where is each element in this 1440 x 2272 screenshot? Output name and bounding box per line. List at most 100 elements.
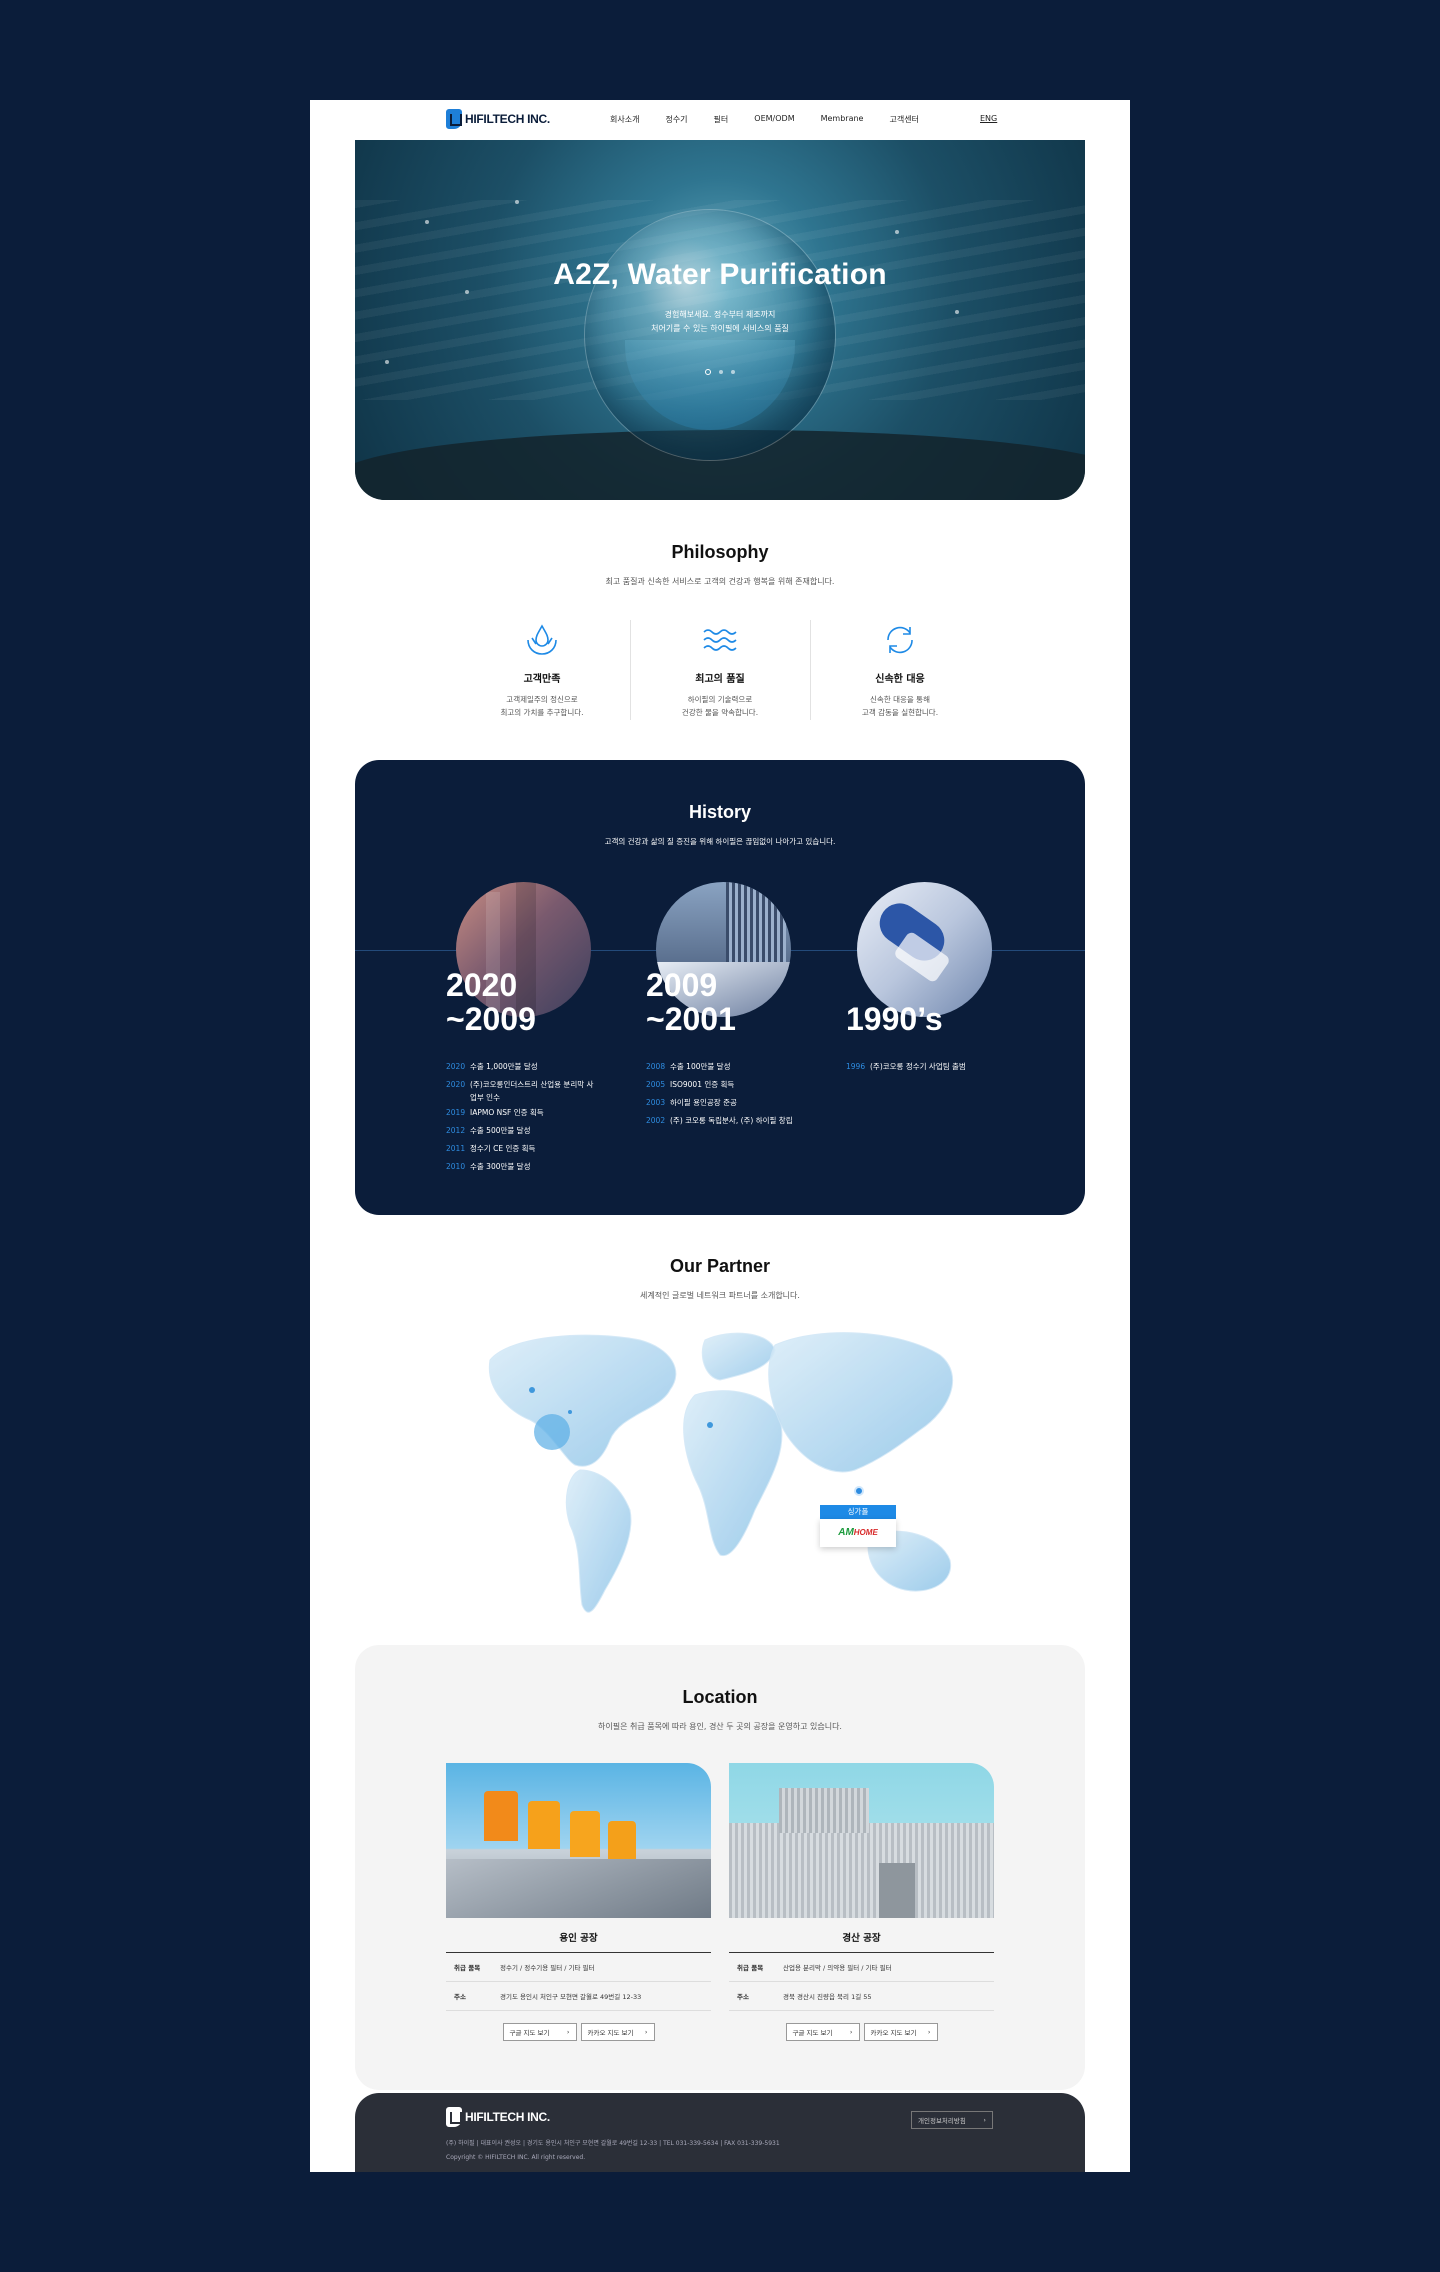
button-label: 카카오 지도 보기 <box>870 2029 917 2037</box>
slider-dot-3[interactable] <box>731 370 735 374</box>
logo-icon <box>446 2107 462 2127</box>
history-event: 2019 IAPMO NSF 인증 획득 <box>446 1104 626 1122</box>
event-text: 하이필 용인공장 준공 <box>670 1098 737 1107</box>
kakao-map-button[interactable]: 카카오 지도 보기 › <box>863 2023 938 2041</box>
google-map-button[interactable]: 구글 지도 보기 › <box>502 2023 577 2041</box>
philosophy-item-desc: 신속한 대응을 통해 고객 감동을 실현합니다. <box>810 693 990 719</box>
event-year: 2002 <box>646 1116 666 1125</box>
row-key: 주소 <box>454 1993 466 2001</box>
water-waves-icon <box>700 620 740 660</box>
history-era-3: 1990’s <box>846 1002 943 1036</box>
history-event: 2005 ISO9001 인증 획득 <box>646 1076 836 1094</box>
location-row-address: 주소 경기도 용인시 처인구 모현면 갈월로 49번길 12-33 <box>446 1982 711 2011</box>
philosophy-title: Philosophy <box>671 542 769 562</box>
site-logo[interactable]: HIFILTECH INC. <box>446 106 550 132</box>
event-year: 2005 <box>646 1080 666 1089</box>
philosophy-desc-line: 건강한 물을 약속합니다. <box>681 708 759 717</box>
event-year: 2012 <box>446 1126 466 1135</box>
event-year: 2010 <box>446 1162 466 1171</box>
location-card-gyeongsan: 경산 공장 취급 품목 산업용 분리막 / 의약용 필터 / 기타 필터 주소 경북… <box>729 1763 994 2041</box>
chevron-right-icon: › <box>927 2028 931 2036</box>
hero-banner: A2Z, Water Purification 경험해보세요. 정수부터 제조까… <box>355 140 1085 500</box>
philosophy-desc-line: 고객 감동을 실현합니다. <box>861 708 939 717</box>
philosophy-item-title: 신속한 대응 <box>875 674 925 685</box>
site-footer: HIFILTECH INC. 개인정보처리방침 › (주) 하이필 | 대표이사 … <box>355 2093 1085 2172</box>
philosophy-item-desc: 고객제일주의 정신으로 최고의 가치를 추구합니다. <box>452 693 632 719</box>
map-pin-singapore[interactable] <box>854 1486 864 1496</box>
main-nav: 회사소개 정수기 필터 OEM/ODM Membrane 고객센터 <box>610 114 945 125</box>
philosophy-desc-line: 고객제일주의 정신으로 <box>506 695 578 704</box>
philosophy-desc-line: 신속한 대응을 통해 <box>870 695 930 704</box>
nav-item-filter[interactable]: 필터 <box>714 114 729 125</box>
partner-callout[interactable]: 싱가폴 AMHOME <box>820 1505 896 1547</box>
event-text: 정수기 CE 인증 획득 <box>470 1144 536 1153</box>
history-era-1: 2020 ~2009 <box>446 968 536 1036</box>
logo-icon <box>446 109 462 129</box>
history-photo-lab <box>857 882 992 1017</box>
location-title: Location <box>682 1687 758 1707</box>
history-era-line: 2020 <box>446 967 518 1003</box>
nav-item-purifier[interactable]: 정수기 <box>665 114 687 125</box>
history-event: 2011 정수기 CE 인증 획득 <box>446 1140 626 1158</box>
location-row-items: 취급 품목 정수기 / 정수기용 필터 / 기타 필터 <box>446 1953 711 1982</box>
footer-info: (주) 하이필 | 대표이사 권성오 | 경기도 용인시 처인구 모현면 갈월로… <box>446 2137 780 2165</box>
history-event: 2008 수출 100만불 달성 <box>646 1058 836 1076</box>
event-year: 1996 <box>846 1062 866 1071</box>
logo-text: HIFILTECH INC. <box>465 112 550 126</box>
slider-dot-1[interactable] <box>705 369 711 375</box>
footer-company-info: (주) 하이필 | 대표이사 권성오 | 경기도 용인시 처인구 모현면 갈월로… <box>446 2140 780 2147</box>
language-switch[interactable]: ENG <box>980 114 997 123</box>
location-name: 용인 공장 <box>446 1930 711 1953</box>
philosophy-desc-line: 최고의 가치를 추구합니다. <box>500 708 584 717</box>
philosophy-item-satisfaction: 고객만족 고객제일주의 정신으로 최고의 가치를 추구합니다. <box>452 620 632 719</box>
history-era-line: ~2001 <box>646 1001 736 1037</box>
history-era-2: 2009 ~2001 <box>646 968 736 1036</box>
location-name: 경산 공장 <box>729 1930 994 1953</box>
row-key: 취급 품목 <box>454 1964 481 1972</box>
chevron-right-icon: › <box>644 2028 648 2036</box>
nav-item-membrane[interactable]: Membrane <box>821 114 864 125</box>
nav-item-oem-odm[interactable]: OEM/ODM <box>754 114 794 125</box>
event-year: 2020 <box>446 1080 466 1089</box>
slider-dot-2[interactable] <box>719 370 723 374</box>
footer-copyright: Copyright © HIFILTECH INC. All right res… <box>446 2154 586 2161</box>
event-year: 2011 <box>446 1144 466 1153</box>
partner-country: 싱가폴 <box>820 1505 896 1519</box>
hero-subtitle-line1: 경험해보세요. 정수부터 제조까지 <box>664 310 776 319</box>
slider-pagination <box>355 369 1085 375</box>
event-text: 수출 500만불 달성 <box>470 1126 531 1135</box>
location-subtitle: 하이필은 취급 품목에 따라 용인, 경산 두 곳의 공장을 운영하고 있습니다… <box>598 1722 842 1731</box>
event-year: 2003 <box>646 1098 666 1107</box>
history-events-3: 1996 (주)코오롱 정수기 사업팀 출범 <box>846 1058 1036 1076</box>
philosophy-item-quality: 최고의 품질 하이필의 기술력으로 건강한 물을 약속합니다. <box>630 620 810 719</box>
location-map-buttons: 구글 지도 보기 › 카카오 지도 보기 › <box>729 2023 994 2041</box>
hero-title: A2Z, Water Purification <box>553 258 887 291</box>
history-title: History <box>688 802 751 822</box>
privacy-policy-button[interactable]: 개인정보처리방침 › <box>911 2111 993 2129</box>
nav-item-about[interactable]: 회사소개 <box>610 114 639 125</box>
row-value: 정수기 / 정수기용 필터 / 기타 필터 <box>500 1964 595 1972</box>
history-event: 2003 하이필 용인공장 준공 <box>646 1094 836 1112</box>
row-value: 경북 경산시 진량읍 북리 1길 55 <box>783 1993 872 2001</box>
event-text: ISO9001 인증 획득 <box>670 1080 735 1089</box>
event-year: 2019 <box>446 1108 466 1117</box>
footer-logo[interactable]: HIFILTECH INC. <box>446 2107 550 2127</box>
history-event: 2020 수출 1,000만불 달성 <box>446 1058 626 1076</box>
hand-water-icon <box>522 620 562 660</box>
button-label: 카카오 지도 보기 <box>587 2029 634 2037</box>
google-map-button[interactable]: 구글 지도 보기 › <box>785 2023 860 2041</box>
event-text: 수출 100만불 달성 <box>670 1062 731 1071</box>
nav-item-support[interactable]: 고객센터 <box>889 114 918 125</box>
kakao-map-button[interactable]: 카카오 지도 보기 › <box>580 2023 655 2041</box>
event-year: 2008 <box>646 1062 666 1071</box>
row-value: 산업용 분리막 / 의약용 필터 / 기타 필터 <box>783 1964 892 1972</box>
location-map-buttons: 구글 지도 보기 › 카카오 지도 보기 › <box>446 2023 711 2041</box>
philosophy-item-desc: 하이필의 기술력으로 건강한 물을 약속합니다. <box>630 693 810 719</box>
history-era-line: ~2009 <box>446 1001 536 1037</box>
philosophy-item-title: 고객만족 <box>523 674 561 685</box>
chevron-right-icon: › <box>983 2116 986 2124</box>
event-text: (주) 코오롱 독립분사, (주) 하이필 창립 <box>670 1116 793 1125</box>
history-era-line: 1990’s <box>846 1001 943 1037</box>
button-label: 구글 지도 보기 <box>509 2029 550 2037</box>
history-era-line: 2009 <box>646 967 718 1003</box>
